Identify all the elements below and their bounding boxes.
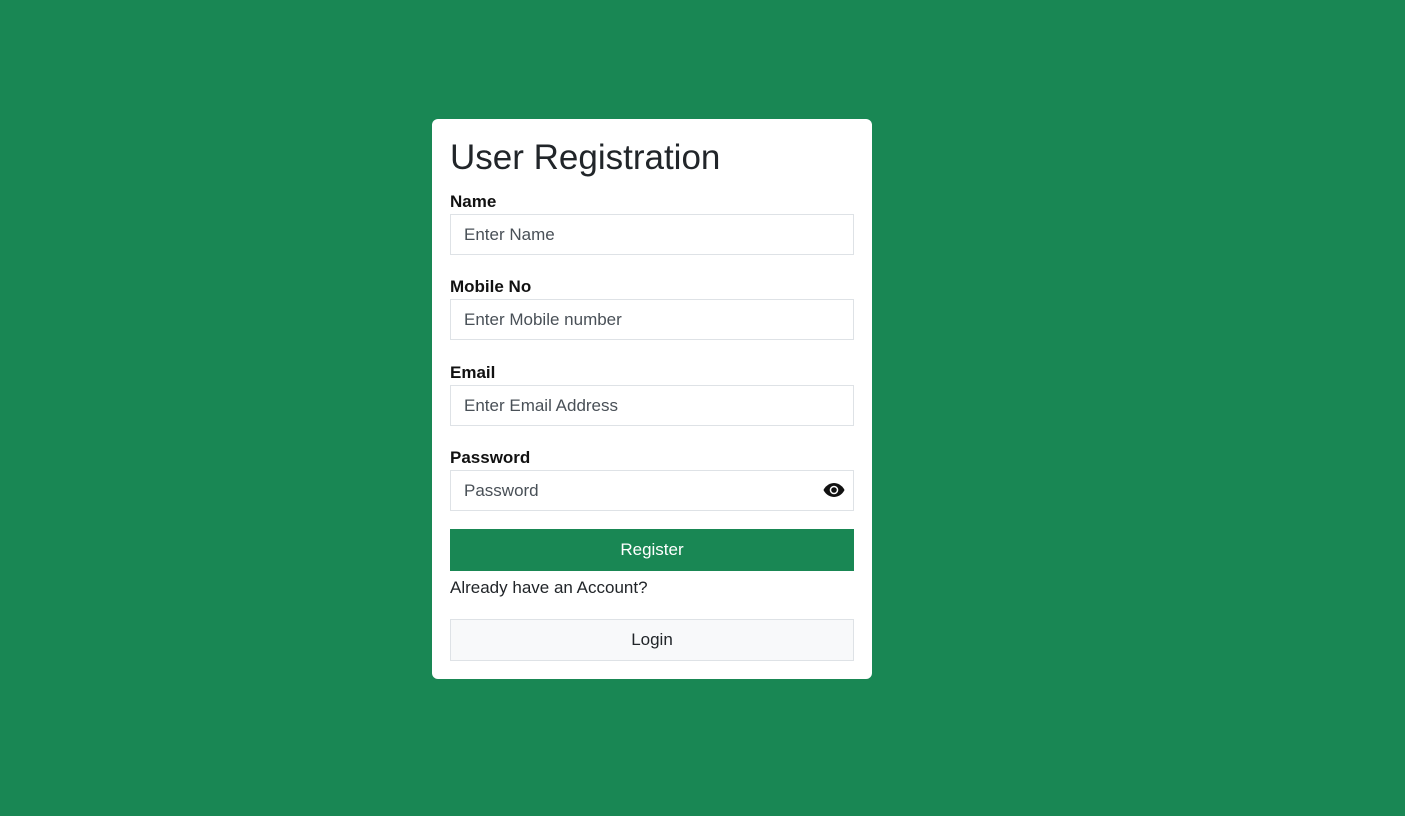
- password-input[interactable]: [450, 470, 854, 511]
- mobile-label: Mobile No: [450, 277, 532, 296]
- password-label: Password: [450, 448, 531, 467]
- name-label: Name: [450, 192, 497, 211]
- register-button[interactable]: Register: [450, 529, 854, 571]
- login-button[interactable]: Login: [450, 619, 854, 661]
- registration-card: User Registration Name Mobile No Email P…: [432, 119, 872, 679]
- email-input[interactable]: [450, 385, 854, 426]
- name-input[interactable]: [450, 214, 854, 255]
- email-label: Email: [450, 363, 496, 382]
- page-title: User Registration: [450, 138, 721, 177]
- already-have-account-text: Already have an Account?: [450, 578, 648, 597]
- mobile-input[interactable]: [450, 299, 854, 340]
- eye-icon[interactable]: [822, 478, 846, 502]
